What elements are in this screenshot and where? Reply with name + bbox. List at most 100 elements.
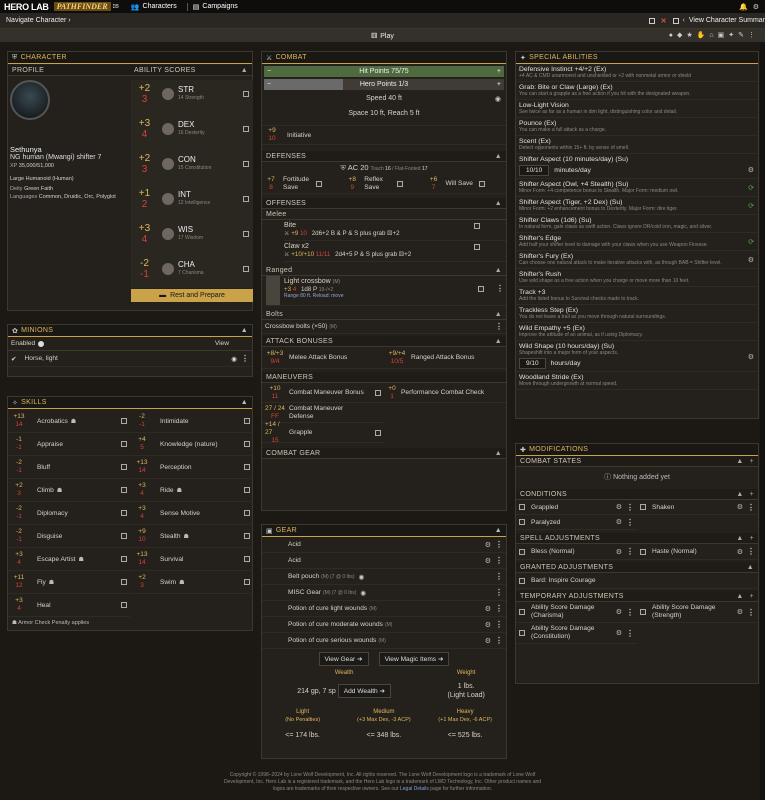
skill-row[interactable]: +13 14 Perception xyxy=(131,456,253,479)
gear-item[interactable]: Belt pouch (M) (7 @ 0 lbs) ◉ ⋮ xyxy=(262,569,506,585)
attack-checkbox[interactable] xyxy=(474,244,480,250)
eye-icon[interactable]: ◉ xyxy=(359,573,365,581)
scrollbar[interactable] xyxy=(760,42,765,800)
collapse-icon[interactable]: ▲ xyxy=(495,153,502,160)
shield-icon[interactable]: ◆ xyxy=(677,32,686,39)
skill-checkbox[interactable] xyxy=(121,441,127,447)
chevron-left-icon[interactable]: ‹ xyxy=(683,17,685,24)
eye-icon[interactable]: ◉ xyxy=(360,589,366,597)
gear-icon[interactable]: ⚙ xyxy=(748,166,754,174)
adj-asd-str[interactable]: Ability Score Damage (Strength) ⚙ ⋮ xyxy=(637,602,758,623)
character-name[interactable]: Sethunya xyxy=(10,145,42,154)
navigate-character[interactable]: Navigate Character › xyxy=(6,17,71,24)
minus-icon[interactable]: − xyxy=(267,81,271,88)
collapse-icon[interactable]: ▲ xyxy=(736,458,743,465)
adj-bard[interactable]: Bard: Inspire Courage xyxy=(516,573,758,589)
more-icon[interactable]: ⋮ xyxy=(626,547,634,556)
skill-checkbox[interactable] xyxy=(244,464,250,470)
gear-item[interactable]: Potion of cure serious wounds (M) ⚙ ⋮ xyxy=(262,633,506,649)
more-icon[interactable]: ⋮ xyxy=(495,588,503,597)
add-icon[interactable]: + xyxy=(750,535,754,542)
more-icon[interactable]: ⋮ xyxy=(495,636,503,645)
gear-icon[interactable]: ⚙ xyxy=(737,503,743,511)
eye-icon[interactable]: ◉ xyxy=(495,95,501,103)
collapse-icon[interactable]: ▲ xyxy=(495,527,502,534)
active-toggle-icon[interactable]: ⟳ xyxy=(748,202,754,210)
save-checkbox[interactable] xyxy=(478,180,485,187)
eye-icon[interactable]: ◉ xyxy=(231,355,237,363)
user-icon[interactable]: ● xyxy=(669,32,677,39)
gear-icon[interactable]: ⚙ xyxy=(737,548,743,556)
gear-icon[interactable]: ⚙ xyxy=(485,541,491,549)
gear-item[interactable]: Acid ⚙ ⋮ xyxy=(262,553,506,569)
skill-row[interactable]: -2 -1 Bluff xyxy=(8,456,130,479)
collapse-icon[interactable]: ▲ xyxy=(241,67,248,74)
skill-checkbox[interactable] xyxy=(244,510,250,516)
skill-row[interactable]: -2 -1 Intimidate xyxy=(131,410,253,433)
special-ability[interactable]: Grab: Bite or Claw (Large) (Ex) You can s… xyxy=(516,82,758,100)
gear-icon[interactable]: ⚙ xyxy=(616,608,622,616)
special-ability[interactable]: Shifter's Rush Use wild shape as a free a… xyxy=(516,269,758,287)
active-toggle-icon[interactable]: ⟳ xyxy=(748,238,754,246)
ranged-attack-bonus[interactable]: +9/+4 10/5 Ranged Attack Bonus xyxy=(384,347,506,368)
armor-class[interactable]: ⛨ AC 20 Touch 16 / Flat-Footed 17 xyxy=(262,162,506,174)
gear-icon[interactable]: ⚙ xyxy=(616,503,622,511)
run-icon[interactable]: ★ xyxy=(686,32,696,39)
condition-shaken[interactable]: Shaken ⚙ ⋮ xyxy=(637,500,758,515)
gear-icon[interactable]: ⚙ xyxy=(748,256,754,264)
skill-row[interactable]: +9 10 Stealth ☗ xyxy=(131,525,253,548)
ability-checkbox[interactable] xyxy=(243,196,249,202)
check-icon[interactable]: ✔ xyxy=(11,355,17,363)
skill-row[interactable]: +2 3 Swim ☗ xyxy=(131,571,253,594)
gear-icon[interactable]: ⚙ xyxy=(748,353,754,361)
plus-icon[interactable]: + xyxy=(497,68,501,75)
menu-dots-icon[interactable]: ⋮ xyxy=(748,32,759,39)
skill-checkbox[interactable] xyxy=(121,464,127,470)
special-ability[interactable]: Trackless Step (Ex) You do not leave a tr… xyxy=(516,305,758,323)
play-tab[interactable]: ⚅ Play xyxy=(371,32,394,40)
skill-checkbox[interactable] xyxy=(244,556,250,562)
skill-checkbox[interactable] xyxy=(121,533,127,539)
skill-row[interactable]: +13 14 Acrobatics ☗ xyxy=(8,410,130,433)
special-ability[interactable]: Shifter's Edge Add half your shifter leve… xyxy=(516,233,758,251)
collapse-icon[interactable]: ▲ xyxy=(736,491,743,498)
usage-counter[interactable]: 9/10 hours/day xyxy=(519,358,755,369)
special-ability[interactable]: Shifter's Fury (Ex) Can choose one natura… xyxy=(516,251,758,269)
ability-str[interactable]: +2 3 STR 14 Strength xyxy=(131,82,253,106)
collapse-icon[interactable]: ▲ xyxy=(495,450,502,457)
usage-counter[interactable]: 10/10 minutes/day xyxy=(519,165,755,176)
skill-row[interactable]: -2 -1 Diplomacy xyxy=(8,502,130,525)
gear-item[interactable]: Potion of cure light wounds (M) ⚙ ⋮ xyxy=(262,601,506,617)
more-icon[interactable]: ⋮ xyxy=(495,556,503,565)
bell-icon[interactable]: 🔔 xyxy=(739,3,748,11)
hit-points-bar[interactable]: − Hit Points 75/75 + xyxy=(264,66,504,77)
skill-checkbox[interactable] xyxy=(121,510,127,516)
more-icon[interactable]: ⋮ xyxy=(496,284,504,293)
special-ability[interactable]: Scent (Ex) Detect opponents within 15+ ft… xyxy=(516,136,758,154)
adj-asd-cha[interactable]: Ability Score Damage (Charisma) ⚙ ⋮ xyxy=(516,602,637,623)
collapse-icon[interactable]: ▲ xyxy=(747,564,754,571)
adj-bless[interactable]: Bless (Normal) ⚙ ⋮ xyxy=(516,544,637,560)
add-icon[interactable]: + xyxy=(750,491,754,498)
more-icon[interactable]: ⋮ xyxy=(626,629,634,638)
skill-checkbox[interactable] xyxy=(244,487,250,493)
skill-checkbox[interactable] xyxy=(244,579,250,585)
collapse-icon[interactable]: ▲ xyxy=(241,399,248,406)
grapple[interactable]: +14 / 27 15 Grapple xyxy=(262,421,384,444)
collapse-icon[interactable]: ▲ xyxy=(241,327,248,334)
skill-checkbox[interactable] xyxy=(121,602,127,608)
save-2[interactable]: +6 7 Will Save xyxy=(425,174,506,193)
melee-attack-bonus[interactable]: +8/+3 9/4 Melee Attack Bonus xyxy=(262,347,384,368)
collapse-icon[interactable]: ▲ xyxy=(736,593,743,600)
more-icon[interactable]: ⋮ xyxy=(495,322,503,331)
special-ability[interactable]: Wild Empathy +5 (Ex) Improve the attitude… xyxy=(516,323,758,341)
view-magic-items-button[interactable]: View Magic Items ➔ xyxy=(378,652,450,666)
avatar[interactable] xyxy=(10,80,50,120)
more-icon[interactable]: ⋮ xyxy=(747,608,755,617)
adj-haste[interactable]: Haste (Normal) ⚙ ⋮ xyxy=(637,544,758,560)
skill-row[interactable]: +3 4 Heal xyxy=(8,594,130,617)
ability-cha[interactable]: -2 -1 CHA 7 Charisma xyxy=(131,257,253,281)
ability-checkbox[interactable] xyxy=(243,91,249,97)
herolab-logo[interactable]: HERO LAB xyxy=(4,2,49,12)
view-gear-button[interactable]: View Gear ➔ xyxy=(318,652,369,666)
